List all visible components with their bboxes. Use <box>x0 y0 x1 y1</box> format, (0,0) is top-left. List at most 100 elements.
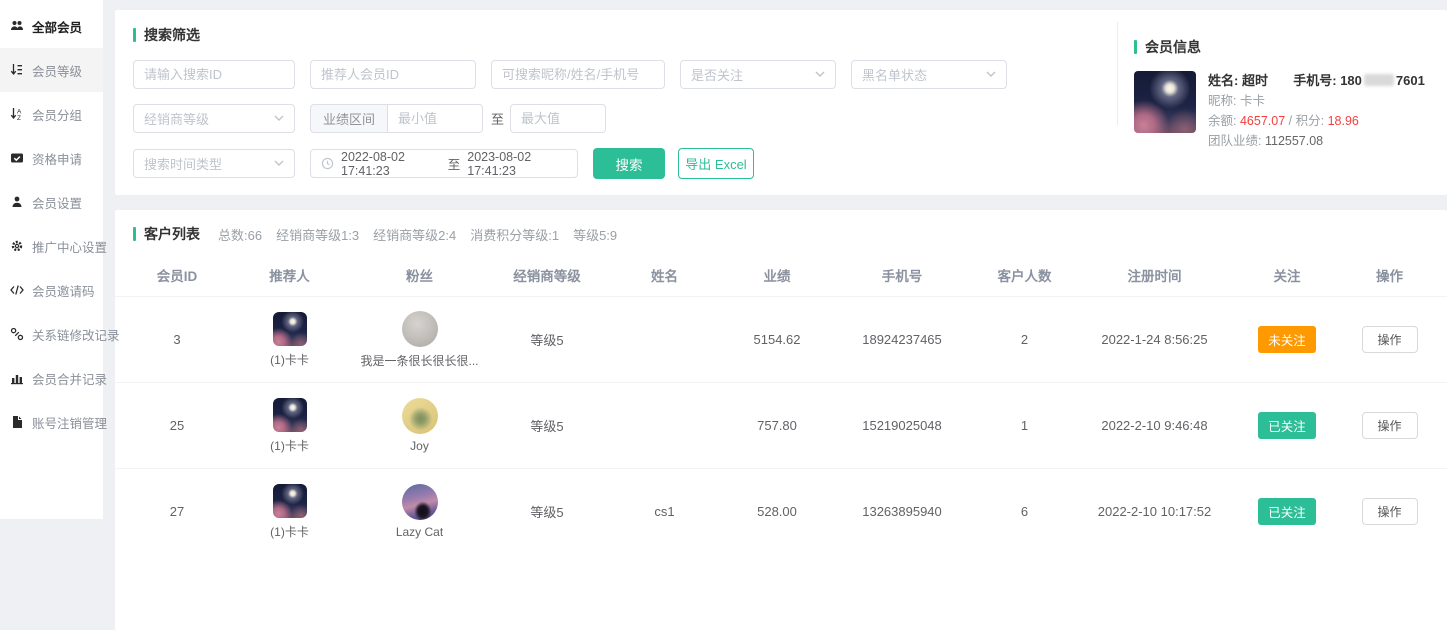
col-action: 操作 <box>1342 265 1437 285</box>
cell-phone: 13263895940 <box>832 504 972 519</box>
cell-dealer-level: 等级5 <box>487 502 607 521</box>
search-id-input[interactable] <box>133 60 295 89</box>
nickname-value: 卡卡 <box>1240 94 1265 108</box>
date-start-value: 2022-08-02 17:41:23 <box>341 150 441 178</box>
dealer-level-select[interactable]: 经销商等级 <box>133 104 295 133</box>
sidebar-item-member-settings[interactable]: 会员设置 <box>0 180 103 224</box>
link-icon <box>10 327 25 342</box>
col-phone: 手机号 <box>832 265 972 285</box>
sidebar-item-label: 关系链修改记录 <box>32 325 120 344</box>
member-name-phone-line: 姓名: 超时 手机号: 1807601 <box>1208 71 1425 91</box>
chevron-down-icon <box>986 71 996 78</box>
member-info-title-text: 会员信息 <box>1145 37 1201 57</box>
blacklist-select[interactable]: 黑名单状态 <box>851 60 1007 89</box>
range-to-label: 至 <box>491 109 504 128</box>
table-header: 会员ID 推荐人 粉丝 经销商等级 姓名 业绩 手机号 客户人数 注册时间 关注… <box>115 254 1447 296</box>
sidebar-item-all-members[interactable]: 全部会员 <box>0 4 103 48</box>
member-balance-line: 余额: 4657.07 / 积分: 18.96 <box>1208 111 1425 131</box>
row-action-button[interactable]: 操作 <box>1362 326 1418 353</box>
table-row: 27 (1)卡卡 Lazy Cat 等级5 cs1 528.00 1326389… <box>115 468 1447 554</box>
cell-fan: 我是一条很长很长很... <box>352 311 487 369</box>
sidebar-item-label: 会员设置 <box>32 193 82 212</box>
sidebar-item-invite-code[interactable]: 会员邀请码 <box>0 268 103 312</box>
fan-name: Lazy Cat <box>396 525 443 539</box>
date-range-input[interactable]: 2022-08-02 17:41:23 至 2023-08-02 17:41:2… <box>310 149 578 178</box>
col-name: 姓名 <box>607 265 722 285</box>
stat-points-level: 消费积分等级:1 <box>470 225 559 244</box>
cell-dealer-level: 等级5 <box>487 330 607 349</box>
table-row: 3 (1)卡卡 我是一条很长很长很... 等级5 5154.62 1892423… <box>115 296 1447 382</box>
cell-performance: 528.00 <box>722 504 832 519</box>
sidebar-item-merge-log[interactable]: 会员合并记录 <box>0 356 103 400</box>
separator: / <box>1289 114 1292 128</box>
sidebar-item-label: 资格申请 <box>32 149 82 168</box>
team-performance-value: 112557.08 <box>1265 134 1323 148</box>
col-register-time: 注册时间 <box>1077 265 1232 285</box>
follow-status-badge: 未关注 <box>1258 326 1316 353</box>
filter-title-text: 搜索筛选 <box>144 25 200 45</box>
follow-status-badge: 已关注 <box>1258 412 1316 439</box>
col-dealer-level: 经销商等级 <box>487 265 607 285</box>
referrer-name: (1)卡卡 <box>270 437 309 454</box>
fan-avatar <box>402 398 438 434</box>
performance-max-input[interactable] <box>510 104 606 133</box>
sidebar-item-promotion-settings[interactable]: 推广中心设置 <box>0 224 103 268</box>
chevron-down-icon <box>815 71 825 78</box>
cell-referrer: (1)卡卡 <box>227 312 352 368</box>
inbox-check-icon <box>10 151 25 166</box>
sidebar-item-relation-log[interactable]: 关系链修改记录 <box>0 312 103 356</box>
title-accent-bar <box>133 227 136 241</box>
fan-name: 我是一条很长很长很... <box>360 352 478 369</box>
sidebar-item-label: 会员等级 <box>32 61 82 80</box>
table-row: 25 (1)卡卡 Joy 等级5 757.80 15219025048 1 20… <box>115 382 1447 468</box>
cell-customer-count: 1 <box>972 418 1077 433</box>
row-action-button[interactable]: 操作 <box>1362 412 1418 439</box>
time-type-select[interactable]: 搜索时间类型 <box>133 149 295 178</box>
member-info-panel: 会员信息 姓名: 超时 手机号: 1807601 昵称: 卡卡 余额: 4657 <box>1117 22 1447 125</box>
cell-referrer: (1)卡卡 <box>227 398 352 454</box>
cell-register-time: 2022-2-10 10:17:52 <box>1077 504 1232 519</box>
sidebar-item-label: 会员合并记录 <box>32 369 107 388</box>
sidebar-item-member-group[interactable]: AZ 会员分组 <box>0 92 103 136</box>
referrer-id-input[interactable] <box>310 60 476 89</box>
time-type-select-value: 搜索时间类型 <box>144 154 222 173</box>
col-fan: 粉丝 <box>352 265 487 285</box>
referrer-name: (1)卡卡 <box>270 351 309 368</box>
performance-range-group: 业绩区间 至 <box>310 104 606 133</box>
fan-avatar <box>402 484 438 520</box>
cell-follow: 未关注 <box>1232 326 1342 353</box>
sort-alpha-icon: AZ <box>10 107 25 122</box>
balance-label: 余额: <box>1208 114 1236 128</box>
cell-phone: 18924237465 <box>832 332 972 347</box>
user-icon <box>10 195 25 210</box>
referrer-name: (1)卡卡 <box>270 523 309 540</box>
performance-min-input[interactable] <box>387 104 483 133</box>
chevron-down-icon <box>274 160 284 167</box>
cell-customer-count: 6 <box>972 504 1077 519</box>
cell-fan: Joy <box>352 398 487 453</box>
stat-total: 总数:66 <box>218 225 262 244</box>
bar-chart-icon <box>10 371 25 386</box>
export-excel-button[interactable]: 导出 Excel <box>678 148 754 179</box>
search-button[interactable]: 搜索 <box>593 148 665 179</box>
cell-performance: 757.80 <box>722 418 832 433</box>
search-filter-panel: 搜索筛选 是否关注 黑名单状态 经销商等级 业绩区间 至 <box>115 10 1117 195</box>
member-team-line: 团队业绩: 112557.08 <box>1208 131 1425 151</box>
referrer-avatar <box>273 398 307 432</box>
follow-select[interactable]: 是否关注 <box>680 60 836 89</box>
phone-label: 手机号: <box>1293 73 1336 88</box>
row-action-button[interactable]: 操作 <box>1362 498 1418 525</box>
col-referrer: 推荐人 <box>227 265 352 285</box>
customer-list-card: 客户列表 总数:66 经销商等级1:3 经销商等级2:4 消费积分等级:1 等级… <box>115 210 1447 630</box>
phone-prefix: 180 <box>1340 73 1362 88</box>
top-card: 搜索筛选 是否关注 黑名单状态 经销商等级 业绩区间 至 <box>115 10 1447 195</box>
title-accent-bar <box>133 28 136 42</box>
sidebar-item-qualification[interactable]: 资格申请 <box>0 136 103 180</box>
fan-avatar <box>402 311 438 347</box>
keyword-input[interactable] <box>491 60 665 89</box>
points-label: 积分: <box>1296 114 1324 128</box>
sidebar-item-member-level[interactable]: 会员等级 <box>0 48 103 92</box>
chevron-down-icon <box>274 115 284 122</box>
sidebar-item-account-cancel[interactable]: 账号注销管理 <box>0 400 103 444</box>
filter-title: 搜索筛选 <box>133 25 1097 45</box>
